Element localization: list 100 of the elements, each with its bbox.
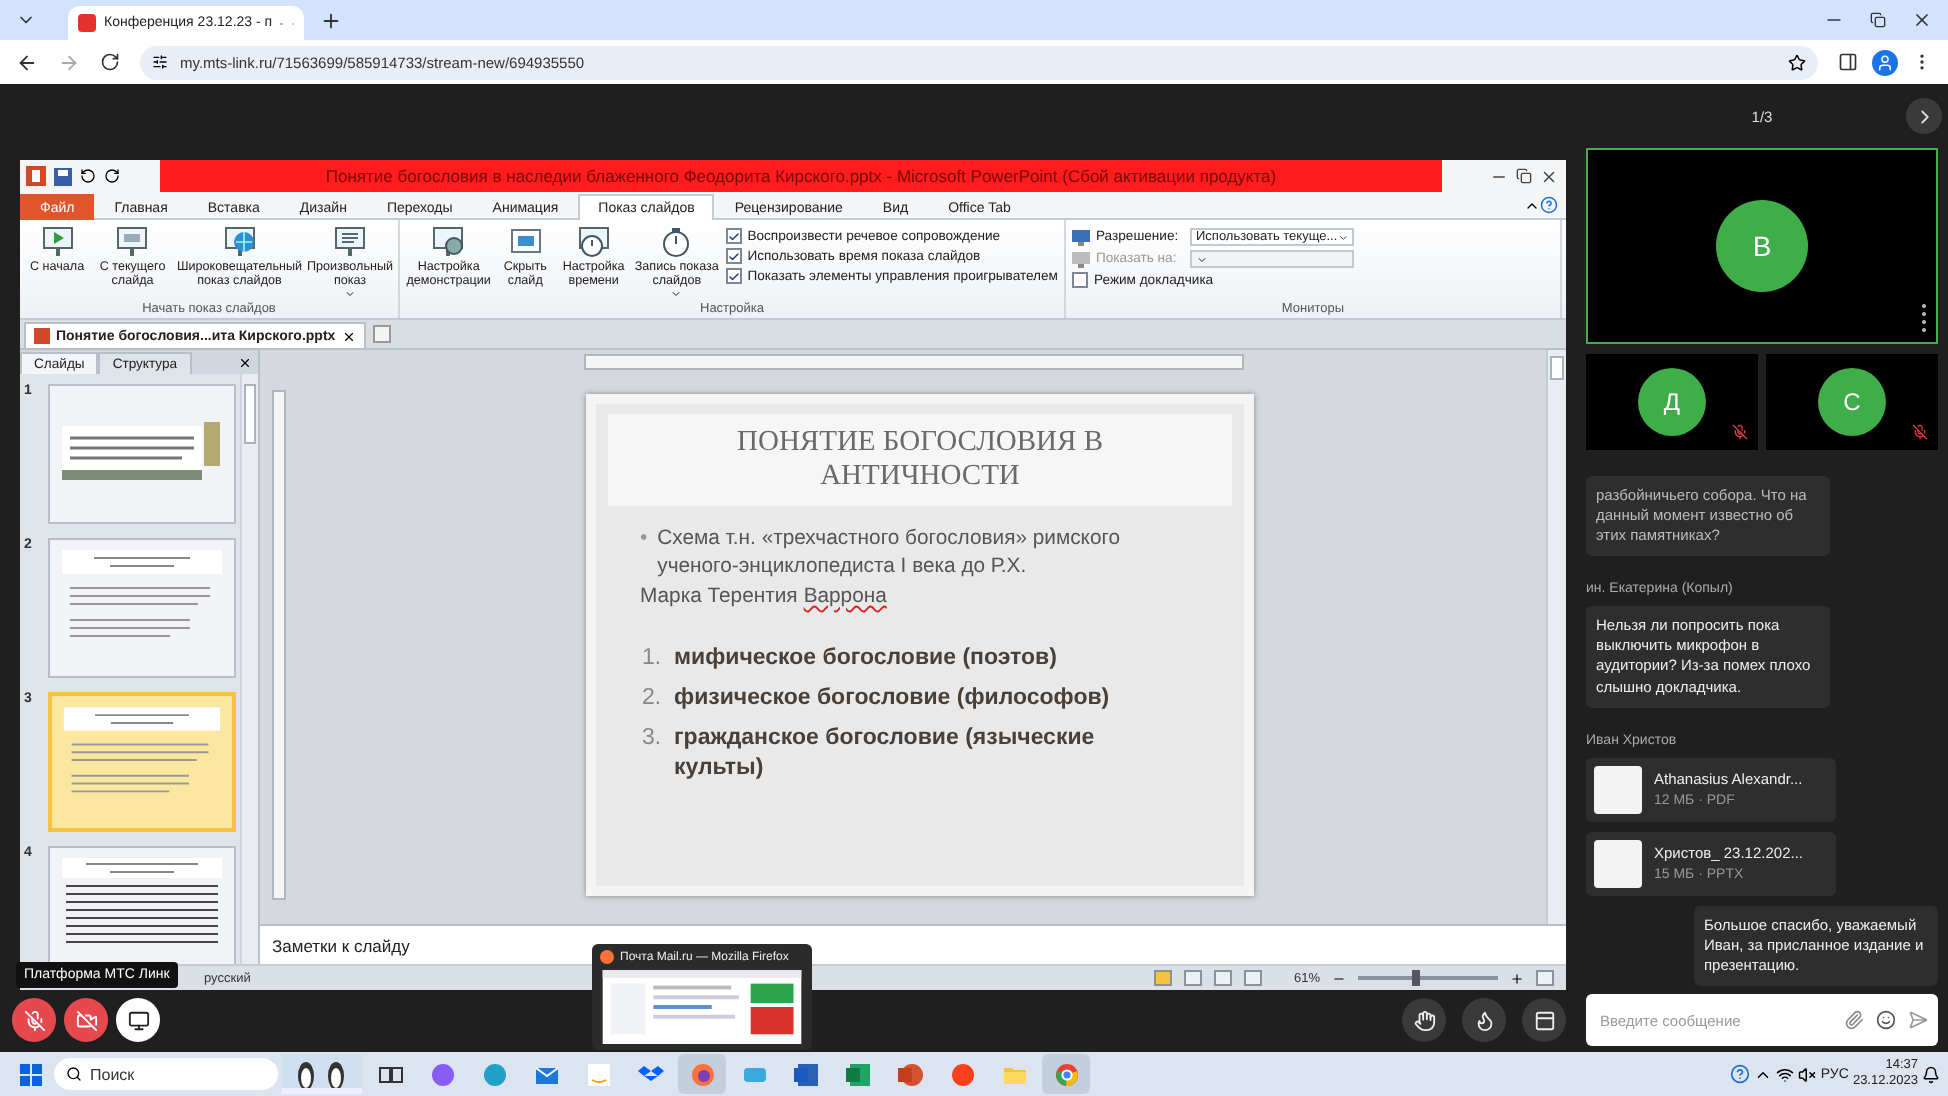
screen-settings-icon: [430, 224, 467, 260]
new-document-icon[interactable]: [371, 324, 392, 344]
app-icon: [585, 1061, 611, 1087]
list-item: гражданское богословие (языческие культы): [674, 723, 1097, 784]
hand-icon: [1413, 1009, 1435, 1031]
scrollbar[interactable]: [240, 374, 258, 964]
slide-text: Схема т.н. «трехчастного богословия» римского ученого-энциклопедиста I века до Р.Х.: [657, 526, 1123, 581]
list-number: 1.: [642, 644, 662, 674]
layout-icon: [1533, 1009, 1555, 1031]
network-icon[interactable]: [1776, 1065, 1795, 1083]
slide-thumbnail[interactable]: [48, 538, 236, 678]
search-field[interactable]: Поиск: [54, 1058, 278, 1090]
layout-button[interactable]: [1522, 998, 1566, 1042]
muted-mic-icon: [1912, 424, 1928, 440]
back-icon: [15, 51, 37, 73]
restore-button[interactable]: [1516, 168, 1532, 184]
reaction-button[interactable]: [1462, 998, 1506, 1042]
browser-icon: [1053, 1061, 1079, 1087]
document-icon: [793, 1061, 819, 1087]
slideshow-icon[interactable]: [1243, 970, 1262, 986]
checkbox[interactable]: [725, 268, 742, 284]
slide-thumbnail[interactable]: [48, 384, 236, 524]
checkbox[interactable]: [1072, 272, 1088, 288]
app-icon: [637, 1061, 663, 1087]
spreadsheet-icon: [845, 1061, 871, 1087]
screen-list-icon: [332, 224, 368, 260]
save-icon[interactable]: [54, 167, 72, 185]
slide-text: Марка Терентия: [640, 586, 798, 609]
file-preview-icon: [1594, 839, 1642, 888]
next-page-button[interactable]: [1906, 98, 1942, 134]
help-icon[interactable]: [1540, 196, 1558, 214]
site-settings-icon[interactable]: [152, 54, 168, 70]
stopwatch-icon: [575, 224, 612, 260]
globe-screen-icon: [221, 224, 258, 260]
document-icon: [34, 328, 50, 344]
bullet-icon: •: [640, 526, 648, 581]
monitor-icon: [127, 1009, 149, 1031]
app-icon: [481, 1061, 507, 1087]
muted-mic-icon: [23, 1009, 45, 1031]
taskbar-app[interactable]: [678, 1054, 726, 1094]
app-icon: [429, 1061, 455, 1087]
microphone-button[interactable]: [12, 998, 56, 1042]
search-icon: [66, 1066, 82, 1082]
flame-icon: [1473, 1009, 1495, 1031]
misspelled-word: Варрона: [803, 586, 887, 609]
forward-icon: [57, 51, 79, 73]
volume-icon[interactable]: [1798, 1065, 1817, 1083]
close-button[interactable]: [1540, 167, 1558, 185]
slide-thumbnail[interactable]: [48, 692, 236, 832]
redo-icon[interactable]: [104, 168, 120, 184]
participant-avatar: С: [1818, 368, 1886, 436]
mail-icon: [533, 1061, 559, 1087]
camera-off-icon: [75, 1009, 97, 1031]
slide-title: ПОНЯТИЕ БОГОСЛОВИЯ В АНТИЧНОСТИ: [608, 414, 1232, 506]
notification-icon[interactable]: [1922, 1065, 1940, 1083]
reload-icon: [100, 52, 120, 72]
list-item: мифическое богословие (поэтов): [674, 644, 1059, 674]
plus-icon: [319, 9, 341, 31]
profile-icon[interactable]: [1872, 49, 1898, 75]
zoom-in-icon[interactable]: [1510, 971, 1524, 985]
list-number: 2.: [642, 683, 662, 714]
help-icon[interactable]: [1730, 1064, 1751, 1084]
screen-share-button[interactable]: [116, 998, 160, 1042]
emoji-icon[interactable]: [1876, 1010, 1896, 1030]
app-icon: [689, 1061, 715, 1087]
camera-button[interactable]: [64, 998, 108, 1042]
participant-avatar: Д: [1638, 368, 1706, 436]
raise-hand-button[interactable]: [1402, 998, 1446, 1042]
person-icon: [1876, 53, 1894, 71]
slide-thumbnail[interactable]: [48, 846, 236, 964]
zoom-thumb[interactable]: [1412, 970, 1421, 986]
app-icon: [600, 950, 614, 964]
participant-avatar: В: [1716, 200, 1808, 292]
undo-icon[interactable]: [80, 168, 96, 184]
list-number: 3.: [642, 723, 662, 754]
caret-icon: [1196, 253, 1208, 265]
list-item: физическое богословие (философов): [674, 683, 1112, 714]
start-icon[interactable]: [20, 1063, 42, 1085]
normal-view-icon[interactable]: [1153, 970, 1172, 986]
sorter-view-icon[interactable]: [1183, 970, 1202, 986]
scrollbar[interactable]: [1546, 350, 1566, 924]
play-screen-icon: [39, 224, 76, 260]
screen-icon: [114, 224, 151, 260]
send-icon[interactable]: [1908, 1010, 1928, 1030]
checkbox[interactable]: [725, 248, 742, 264]
caret-icon: [1337, 231, 1348, 243]
monitor-icon: [1072, 229, 1090, 245]
attach-icon[interactable]: [1844, 1010, 1864, 1030]
app-icon: [949, 1061, 975, 1087]
site-icon: [78, 14, 96, 32]
checkbox[interactable]: [725, 228, 742, 244]
app-logo-icon: [26, 166, 46, 186]
fit-window-icon[interactable]: [1536, 970, 1554, 986]
file-preview-icon: [1594, 765, 1642, 814]
window-title: Понятие богословия в наследии блаженного Феодорита Кирского.pptx - Microsoft PowerPoint (Сбой активации продукта): [160, 160, 1442, 192]
bookmark-icon[interactable]: [1788, 53, 1806, 71]
reading-view-icon[interactable]: [1213, 970, 1232, 986]
presentation-icon: [897, 1061, 923, 1087]
muted-mic-icon: [1732, 424, 1748, 440]
restore-icon: [1870, 12, 1886, 28]
